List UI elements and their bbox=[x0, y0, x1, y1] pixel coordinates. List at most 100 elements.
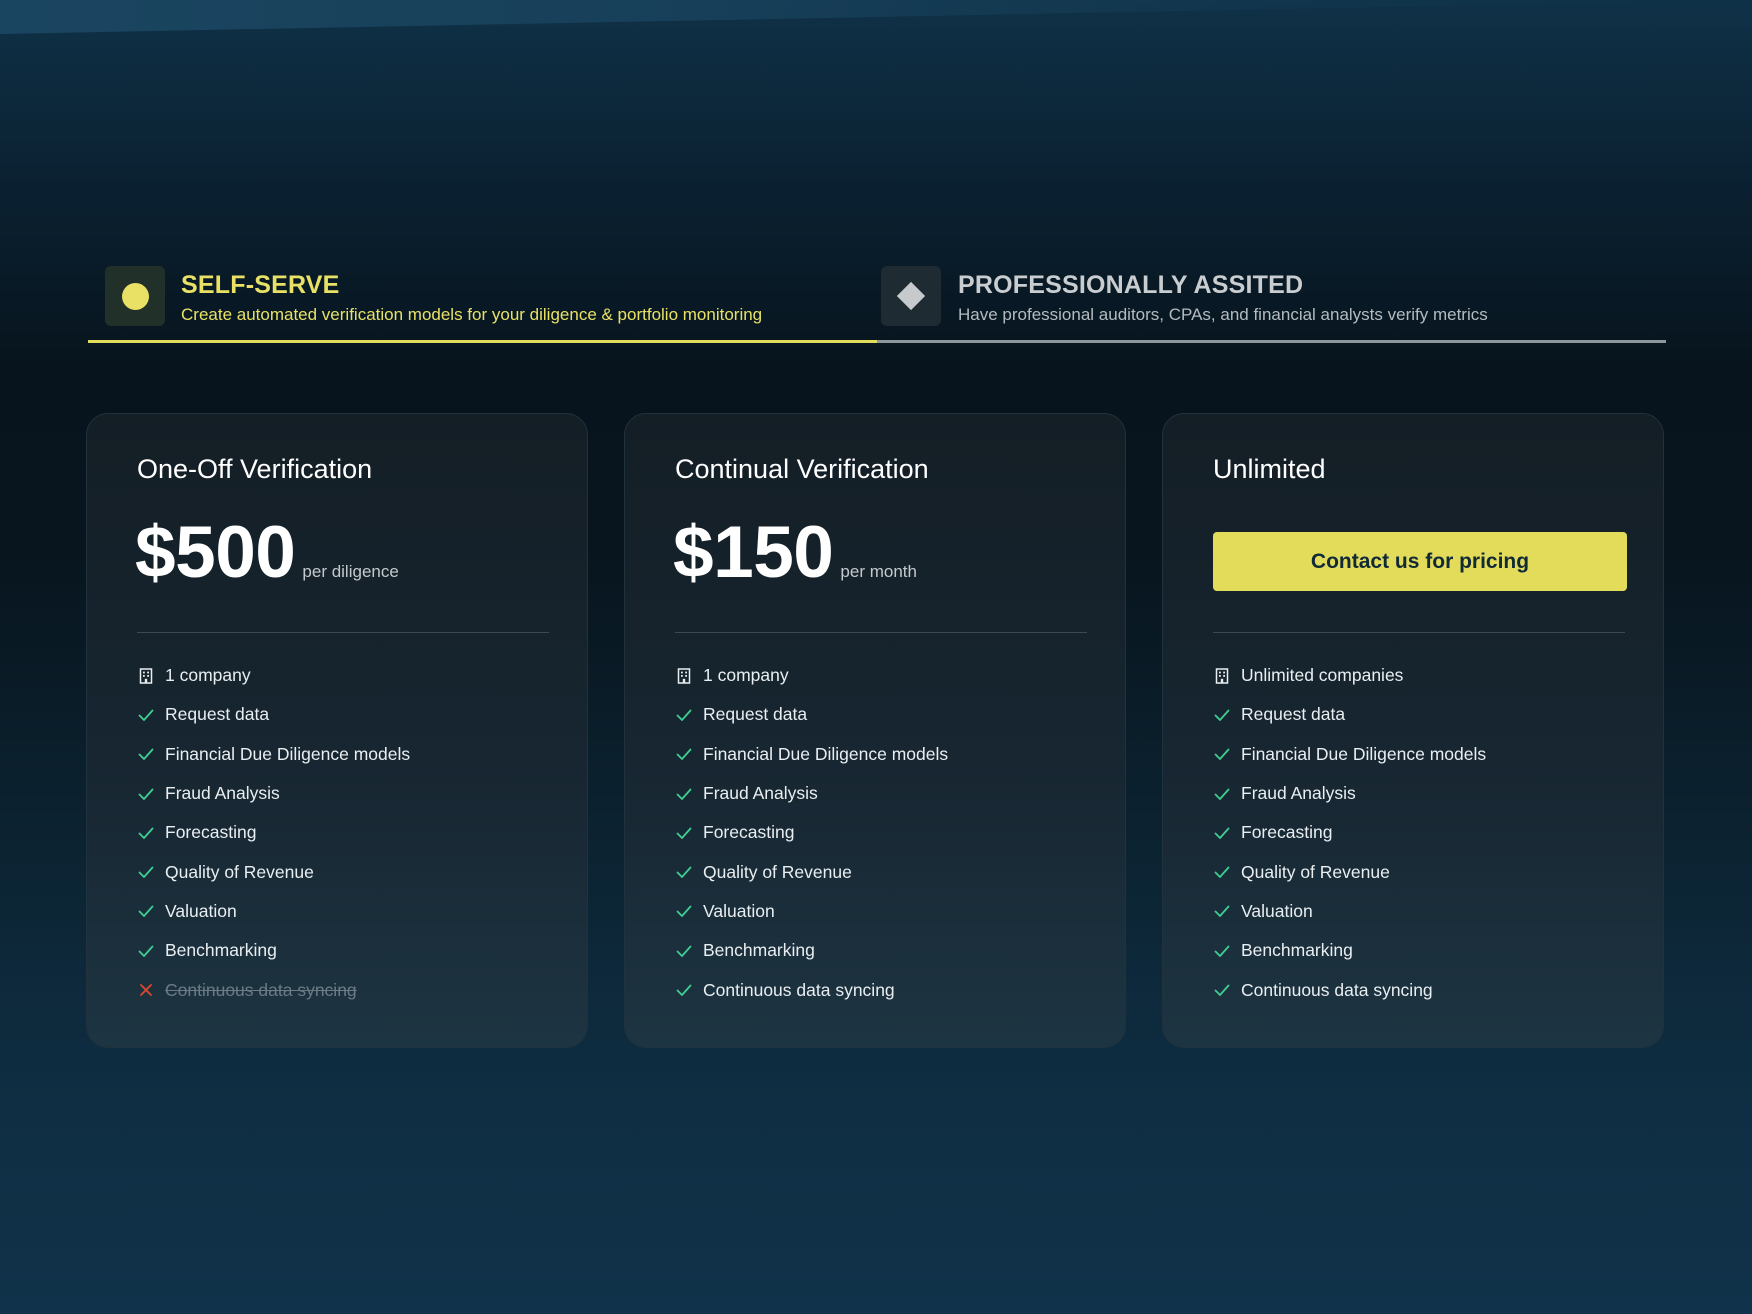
feature-label: Fraud Analysis bbox=[1241, 783, 1356, 804]
plan-title: One-Off Verification bbox=[137, 454, 373, 484]
check-icon bbox=[1213, 981, 1231, 999]
feature-item: Forecasting bbox=[137, 813, 410, 852]
feature-label: Quality of Revenue bbox=[165, 861, 314, 882]
check-icon bbox=[675, 942, 693, 960]
feature-item: Benchmarking bbox=[1213, 931, 1486, 970]
check-icon bbox=[675, 785, 693, 803]
feature-label: Continuous data syncing bbox=[165, 979, 357, 1000]
feature-item: Benchmarking bbox=[675, 931, 948, 970]
feature-label: Unlimited companies bbox=[1241, 665, 1404, 686]
feature-label: Request data bbox=[165, 704, 270, 725]
feature-item: Request data bbox=[675, 695, 948, 734]
tab-professional-subtitle: Have professional auditors, CPAs, and fi… bbox=[958, 305, 1488, 324]
feature-item: Quality of Revenue bbox=[675, 852, 948, 891]
feature-item: Continuous data syncing bbox=[1213, 970, 1486, 1009]
price-amount: $500 bbox=[135, 512, 296, 593]
feature-list: 1 company Request data Financial Due Dilig… bbox=[137, 656, 410, 1010]
tab-self-serve[interactable]: SELF-SERVE Create automated verification… bbox=[88, 263, 877, 343]
check-icon bbox=[675, 902, 693, 920]
feature-label: Financial Due Diligence models bbox=[165, 743, 411, 764]
plan-card-one-off: One-Off Verification $500 per diligence … bbox=[86, 413, 588, 1048]
tab-self-serve-title: SELF-SERVE bbox=[181, 271, 340, 299]
diamond-icon bbox=[896, 281, 926, 311]
feature-item: Fraud Analysis bbox=[137, 774, 410, 813]
feature-item: Quality of Revenue bbox=[137, 852, 410, 891]
feature-item: Valuation bbox=[675, 892, 948, 931]
check-icon bbox=[675, 981, 693, 999]
check-icon bbox=[137, 745, 155, 763]
feature-item: Forecasting bbox=[675, 813, 948, 852]
feature-item: Financial Due Diligence models bbox=[137, 735, 410, 774]
feature-item: Unlimited companies bbox=[1213, 656, 1486, 695]
feature-label: Fraud Analysis bbox=[703, 783, 818, 804]
feature-label: Financial Due Diligence models bbox=[1241, 743, 1487, 764]
tab-professionally-assisted[interactable]: PROFESSIONALLY ASSITED Have professional… bbox=[877, 263, 1666, 343]
price-amount: $150 bbox=[673, 512, 834, 593]
tab-professional-title: PROFESSIONALLY ASSITED bbox=[958, 271, 1304, 299]
check-icon bbox=[1213, 745, 1231, 763]
feature-item: Benchmarking bbox=[137, 931, 410, 970]
check-icon bbox=[137, 902, 155, 920]
feature-label: Quality of Revenue bbox=[703, 861, 852, 882]
pricing-mode-tabs: SELF-SERVE Create automated verification… bbox=[88, 263, 1666, 343]
feature-item: Financial Due Diligence models bbox=[1213, 735, 1486, 774]
feature-label: Continuous data syncing bbox=[703, 979, 895, 1000]
professional-icon-box bbox=[881, 266, 941, 326]
feature-label: Valuation bbox=[703, 900, 775, 921]
plan-title: Continual Verification bbox=[675, 454, 929, 484]
divider bbox=[137, 632, 549, 633]
check-icon bbox=[1213, 902, 1231, 920]
feature-label: Valuation bbox=[1241, 900, 1313, 921]
plan-price: $150 per month bbox=[673, 510, 917, 596]
check-icon bbox=[1213, 706, 1231, 724]
feature-item: 1 company bbox=[675, 656, 948, 695]
feature-list: Unlimited companies Request data Financial… bbox=[1213, 656, 1486, 1010]
check-icon bbox=[1213, 824, 1231, 842]
check-icon bbox=[675, 706, 693, 724]
feature-label: Forecasting bbox=[165, 822, 257, 843]
feature-label: Benchmarking bbox=[165, 940, 277, 961]
feature-label: 1 company bbox=[703, 665, 789, 686]
feature-label: Valuation bbox=[165, 900, 237, 921]
feature-item: Fraud Analysis bbox=[1213, 774, 1486, 813]
feature-item: 1 company bbox=[137, 656, 410, 695]
building-icon bbox=[1213, 667, 1231, 685]
feature-item: Request data bbox=[137, 695, 410, 734]
check-icon bbox=[1213, 785, 1231, 803]
feature-item: Continuous data syncing bbox=[137, 970, 410, 1009]
feature-label: Continuous data syncing bbox=[1241, 979, 1433, 1000]
divider bbox=[675, 632, 1087, 633]
feature-label: Forecasting bbox=[1241, 822, 1333, 843]
price-period: per month bbox=[840, 562, 917, 581]
plan-title: Unlimited bbox=[1213, 454, 1326, 484]
check-icon bbox=[137, 863, 155, 881]
plan-price: $500 per diligence bbox=[135, 510, 399, 596]
building-icon bbox=[675, 667, 693, 685]
feature-item: Continuous data syncing bbox=[675, 970, 948, 1009]
plan-card-continual: Continual Verification $150 per month 1 … bbox=[624, 413, 1126, 1048]
feature-label: Financial Due Diligence models bbox=[703, 743, 949, 764]
building-icon bbox=[137, 667, 155, 685]
feature-list: 1 company Request data Financial Due Dilig… bbox=[675, 656, 948, 1010]
feature-item: Quality of Revenue bbox=[1213, 852, 1486, 891]
feature-label: Benchmarking bbox=[703, 940, 815, 961]
feature-label: Quality of Revenue bbox=[1241, 861, 1390, 882]
feature-item: Request data bbox=[1213, 695, 1486, 734]
contact-us-button[interactable]: Contact us for pricing bbox=[1213, 532, 1627, 591]
check-icon bbox=[675, 745, 693, 763]
feature-item: Valuation bbox=[1213, 892, 1486, 931]
check-icon bbox=[675, 863, 693, 881]
check-icon bbox=[137, 942, 155, 960]
tab-self-serve-underline bbox=[88, 340, 877, 343]
feature-item: Financial Due Diligence models bbox=[675, 735, 948, 774]
dot-icon bbox=[122, 283, 149, 310]
feature-item: Forecasting bbox=[1213, 813, 1486, 852]
check-icon bbox=[137, 824, 155, 842]
cross-icon bbox=[137, 981, 155, 999]
check-icon bbox=[1213, 863, 1231, 881]
feature-item: Valuation bbox=[137, 892, 410, 931]
self-serve-icon-box bbox=[105, 266, 165, 326]
check-icon bbox=[1213, 942, 1231, 960]
feature-label: 1 company bbox=[165, 665, 251, 686]
price-period: per diligence bbox=[302, 562, 399, 581]
